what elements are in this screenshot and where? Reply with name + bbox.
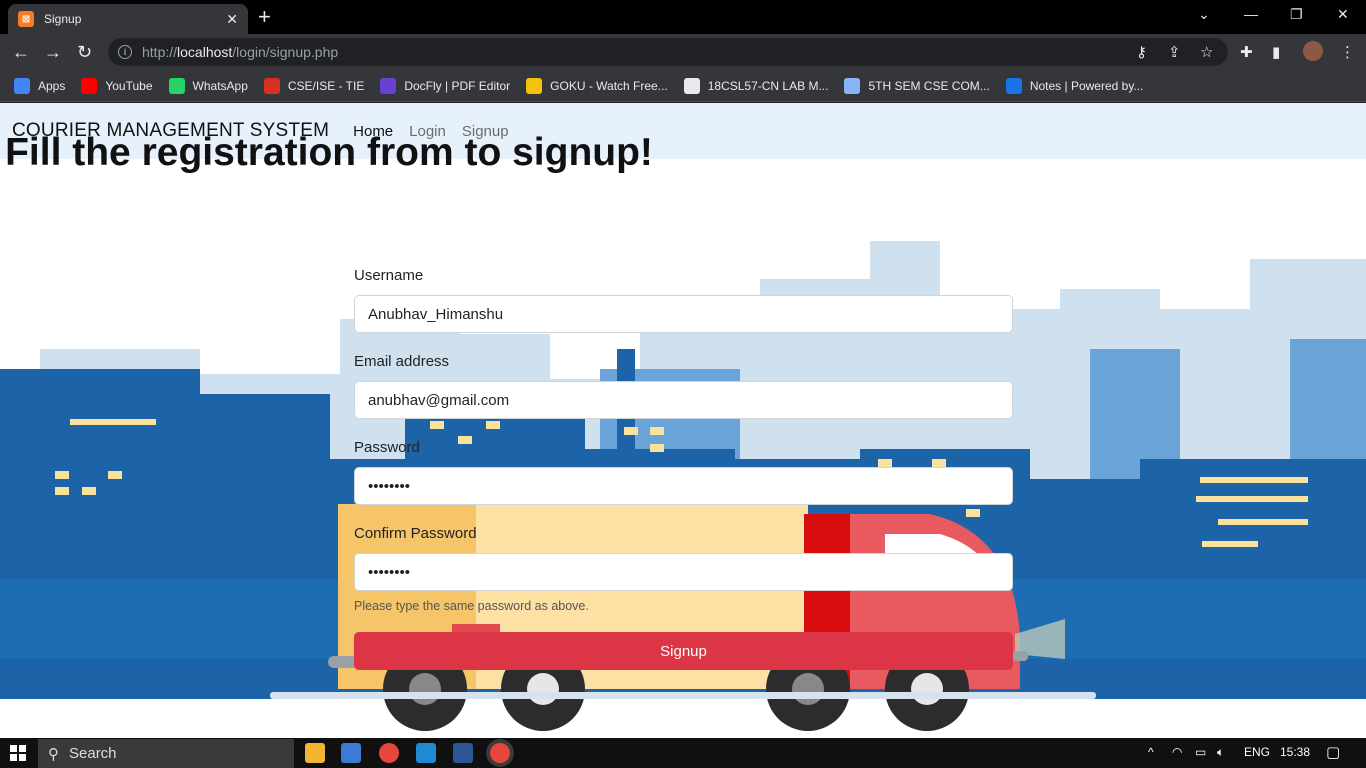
- password-input[interactable]: [354, 467, 1013, 505]
- xampp-icon: ⊠: [18, 11, 34, 27]
- bookmark-label: 5TH SEM CSE COM...: [868, 78, 990, 93]
- new-tab-button[interactable]: +: [258, 5, 271, 29]
- bookmark-item[interactable]: WhatsApp: [168, 77, 248, 94]
- bookmark-item[interactable]: DocFly | PDF Editor: [380, 77, 511, 94]
- language-indicator[interactable]: ENG: [1244, 745, 1270, 759]
- confirm-password-input[interactable]: [354, 553, 1013, 591]
- url-text: http://localhost/login/signup.php: [142, 44, 339, 60]
- bookmark-item[interactable]: Apps: [14, 77, 66, 94]
- box-icon: [1005, 77, 1022, 94]
- taskbar-search[interactable]: ⚲ Search: [38, 739, 294, 768]
- close-window-button[interactable]: ✕: [1337, 6, 1349, 23]
- bookmark-label: DocFly | PDF Editor: [404, 78, 511, 93]
- back-button[interactable]: ←: [12, 41, 30, 63]
- star-icon[interactable]: ☆: [1200, 43, 1213, 61]
- windows-taskbar: ⚲ Search ^ ◠ ▭ 🔈︎ ENG 15:38 ▢: [0, 738, 1366, 768]
- chrome-active-icon[interactable]: [490, 743, 510, 763]
- menu-icon[interactable]: ⋮: [1340, 43, 1355, 61]
- youtube-icon: [81, 77, 98, 94]
- store-icon[interactable]: [341, 743, 361, 763]
- bookmark-label: Apps: [38, 78, 66, 93]
- key-icon[interactable]: ⚷: [1136, 43, 1147, 61]
- bookmark-label: 18CSL57-CN LAB M...: [707, 78, 829, 93]
- whatsapp-icon: [168, 77, 185, 94]
- windows-start-icon[interactable]: [10, 745, 26, 761]
- search-icon: ⚲: [48, 745, 59, 763]
- bookmark-label: Notes | Powered by...: [1029, 78, 1144, 93]
- browser-tab[interactable]: ⊠ Signup ✕: [8, 4, 248, 34]
- battery-icon[interactable]: ▭: [1195, 745, 1206, 759]
- bookmark-item[interactable]: YouTube: [81, 77, 153, 94]
- taskbar-search-placeholder: Search: [69, 745, 117, 762]
- bookmark-label: YouTube: [105, 78, 153, 93]
- bookmark-item[interactable]: 18CSL57-CN LAB M...: [683, 77, 829, 94]
- password-help-text: Please type the same password as above.: [354, 599, 589, 613]
- goku-icon: [526, 77, 543, 94]
- bookmark-item[interactable]: GOKU - Watch Free...: [526, 77, 668, 94]
- vscode-icon[interactable]: [416, 743, 436, 763]
- username-input[interactable]: [354, 295, 1013, 333]
- restore-button[interactable]: ❐: [1290, 6, 1303, 23]
- tab-title: Signup: [44, 12, 82, 26]
- apps-grid-icon: [14, 77, 30, 94]
- tray-chevron-icon[interactable]: ^: [1148, 745, 1154, 759]
- clock[interactable]: 15:38: [1280, 745, 1310, 759]
- docfly-icon: [380, 77, 397, 94]
- signup-button[interactable]: Signup: [354, 632, 1013, 670]
- profile-avatar[interactable]: [1303, 41, 1323, 61]
- side-panel-icon[interactable]: ▮: [1272, 43, 1280, 61]
- bookmarks-bar: Apps YouTube WhatsApp CSE/ISE - TIE DocFly |…: [0, 70, 1366, 102]
- bookmark-item[interactable]: CSE/ISE - TIE: [263, 77, 365, 94]
- bookmark-icon: [263, 77, 280, 94]
- web-page: COURIER MANAGEMENT SYSTEM Home Login Sig…: [0, 103, 1366, 738]
- browser-tab-strip: ⊠ Signup ✕ + ⌄ — ❐ ✕: [0, 0, 1366, 34]
- moon-icon: [844, 77, 861, 94]
- share-icon[interactable]: ⇪: [1168, 43, 1181, 61]
- tab-search-icon[interactable]: ⌄: [1198, 6, 1210, 23]
- bookmark-label: GOKU - Watch Free...: [550, 78, 668, 93]
- bookmark-label: CSE/ISE - TIE: [287, 78, 365, 93]
- email-input[interactable]: [354, 381, 1013, 419]
- wifi-icon[interactable]: ◠: [1172, 745, 1182, 759]
- volume-icon[interactable]: 🔈︎: [1217, 745, 1224, 760]
- username-label: Username: [354, 267, 424, 284]
- notifications-icon[interactable]: ▢: [1326, 743, 1340, 761]
- extensions-icon[interactable]: ✚: [1240, 43, 1253, 61]
- word-icon[interactable]: [453, 743, 473, 763]
- bookmark-item[interactable]: 5TH SEM CSE COM...: [844, 77, 990, 94]
- close-tab-icon[interactable]: ✕: [226, 11, 238, 28]
- reload-button[interactable]: ↻: [77, 41, 92, 63]
- file-explorer-icon[interactable]: [305, 743, 325, 763]
- confirm-password-label: Confirm Password: [354, 525, 477, 542]
- globe-icon: [683, 77, 700, 94]
- bookmark-label: WhatsApp: [192, 78, 248, 93]
- email-label: Email address: [354, 353, 450, 370]
- chrome-icon[interactable]: [379, 743, 399, 763]
- forward-button[interactable]: →: [44, 41, 62, 63]
- browser-toolbar: ← → ↻ i http://localhost/login/signup.ph…: [0, 34, 1366, 70]
- password-label: Password: [354, 439, 420, 456]
- site-info-icon[interactable]: i: [118, 45, 132, 59]
- page-heading: Fill the registration from to signup!: [5, 131, 653, 174]
- address-bar[interactable]: i http://localhost/login/signup.php: [108, 38, 1228, 66]
- bookmark-item[interactable]: Notes | Powered by...: [1005, 77, 1144, 94]
- minimize-button[interactable]: —: [1244, 6, 1258, 22]
